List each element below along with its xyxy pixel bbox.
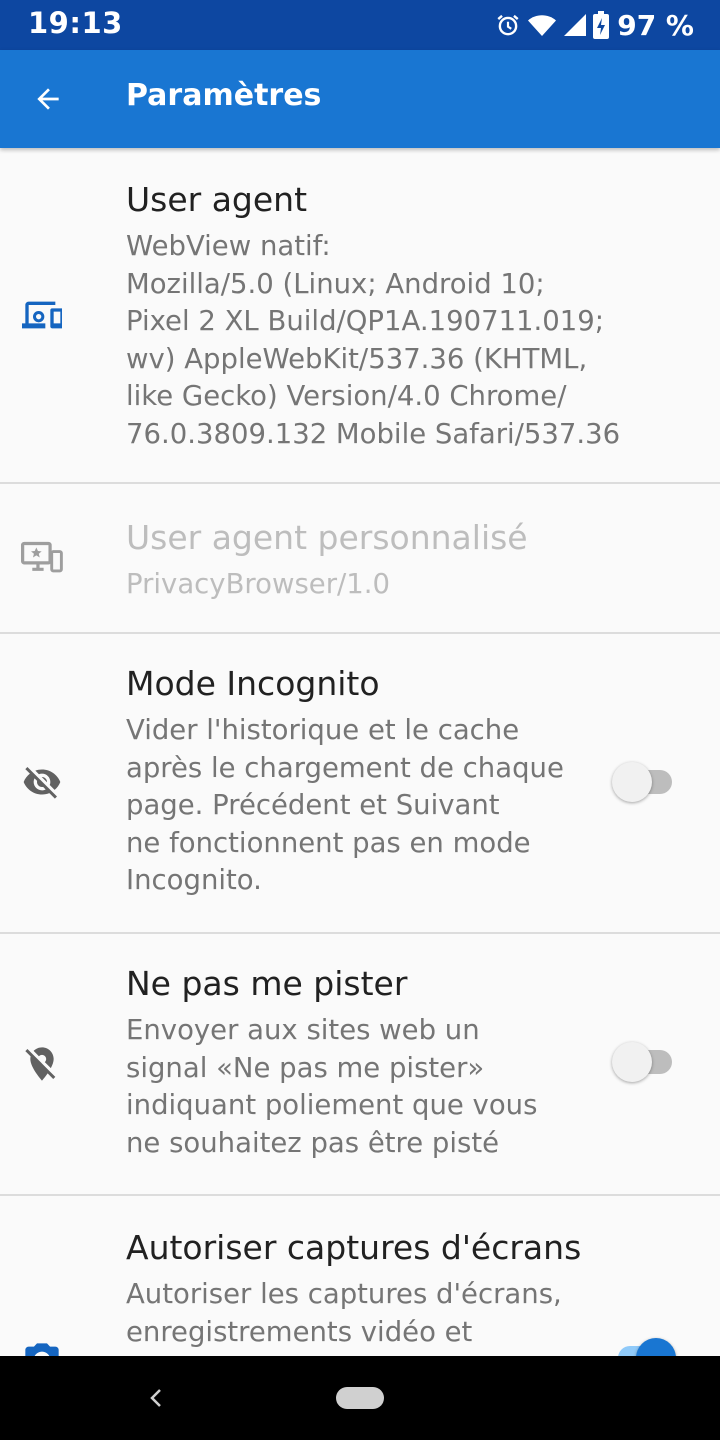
summary-line: PrivacyBrowser/1.0 [126,568,391,600]
status-bar: 19:13 97 % [0,0,720,50]
pref-summary: Autoriser les captures d'écrans, enregis… [126,1276,666,1351]
location-off-icon [18,1040,66,1088]
devices-icon [18,291,66,339]
summary-line: Envoyer aux sites web un [126,1014,480,1046]
home-pill-icon[interactable] [336,1387,384,1409]
pref-user-agent[interactable]: User agent WebView natif: Mozilla/5.0 (L… [0,148,720,482]
pref-incognito-mode[interactable]: Mode Incognito Vider l'historique et le … [0,634,720,932]
wifi-icon [528,15,557,36]
pref-summary: PrivacyBrowser/1.0 [126,566,666,604]
status-time: 19:13 [28,6,123,40]
battery-charging-icon [593,11,610,39]
summary-line: indiquant poliement que vous [126,1089,538,1121]
battery-percent: 97 % [617,8,694,42]
incognito-switch[interactable] [612,762,676,802]
pref-custom-user-agent: User agent personnalisé PrivacyBrowser/1… [0,484,720,632]
switch-thumb [612,762,652,802]
pref-title: Autoriser captures d'écrans [126,1228,582,1267]
custom-devices-icon [18,534,66,582]
pref-allow-screenshots[interactable]: Autoriser captures d'écrans Autoriser le… [0,1196,720,1356]
navigation-bar [0,1356,720,1440]
pref-title: Ne pas me pister [126,964,408,1003]
pref-title: Mode Incognito [126,664,380,703]
summary-line: ne fonctionnent pas en mode [126,826,531,859]
preferences-list[interactable]: User agent WebView natif: Mozilla/5.0 (L… [0,148,720,1356]
pref-title: User agent [126,180,308,219]
summary-line: Incognito. [126,864,262,896]
do-not-track-switch[interactable] [612,1042,676,1082]
switch-thumb [612,1042,652,1082]
camera-icon [18,1336,66,1356]
nav-back-icon [150,1389,161,1407]
summary-line: wv) AppleWebKit/537.36 (KHTML, [126,342,588,375]
nav-back-button[interactable] [140,1378,172,1418]
arrow-back-icon [37,88,59,110]
summary-line: page. Précédent et Suivant [126,789,500,821]
signal-icon [564,14,587,36]
summary-line: Vider l'historique et le cache [126,714,520,746]
visibility-off-icon [18,758,66,806]
summary-line: Pixel 2 XL Build/QP1A.190711.019; [126,305,605,337]
summary-line: enregistrements vidéo et [126,1315,473,1348]
summary-line: ne souhaitez pas être pisté [126,1126,500,1159]
back-button[interactable] [20,75,76,123]
summary-line: 76.0.3809.132 Mobile Safari/537.36 [126,417,621,450]
alarm-icon [497,14,519,36]
summary-line: signal «Ne pas me pister» [126,1051,485,1084]
switch-thumb [636,1338,676,1356]
pref-summary: Envoyer aux sites web un signal «Ne pas … [126,1012,666,1162]
pref-title: User agent personnalisé [126,518,528,557]
pref-do-not-track[interactable]: Ne pas me pister Envoyer aux sites web u… [0,934,720,1194]
summary-line: Autoriser les captures d'écrans, [126,1278,562,1310]
pref-summary: Vider l'historique et le cache après le … [126,712,666,900]
allow-screenshots-switch[interactable] [612,1338,676,1356]
summary-line: après le chargement de chaque [126,751,564,784]
summary-line: WebView natif: [126,230,331,262]
summary-line: like Gecko) Version/4.0 Chrome/ [126,380,567,412]
pref-summary: WebView natif: Mozilla/5.0 (Linux; Andro… [126,228,666,453]
app-bar: Paramètres [0,50,720,148]
status-icons: 97 % [495,8,694,42]
page-title: Paramètres [126,78,322,113]
summary-line: Mozilla/5.0 (Linux; Android 10; [126,267,545,300]
